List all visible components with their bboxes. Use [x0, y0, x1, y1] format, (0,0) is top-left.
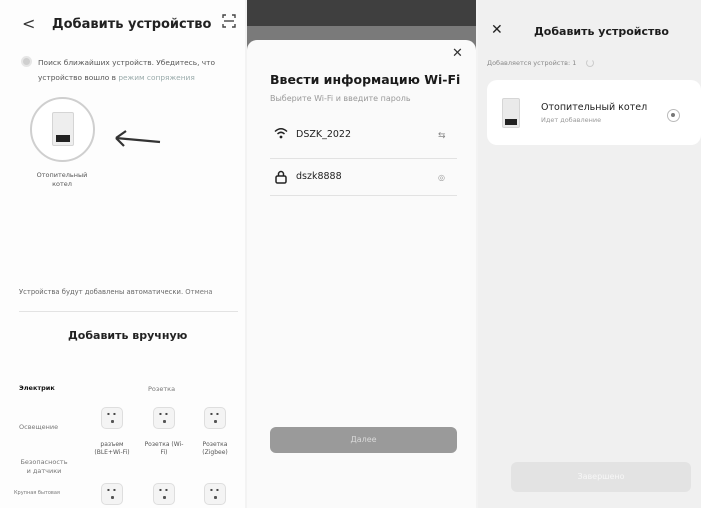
scan-icon[interactable]	[222, 14, 236, 28]
category-electric[interactable]: Электрик	[19, 384, 55, 392]
wifi-password-field[interactable]: dszk8888	[296, 171, 342, 182]
wifi-sheet-subtitle: Выберите Wi-Fi и введите пароль	[270, 94, 411, 103]
done-button[interactable]: Завершено	[511, 462, 691, 492]
manual-add-title: Добавить вручную	[68, 329, 188, 342]
category-appliances[interactable]: Крупная бытовая	[14, 490, 60, 496]
searching-spinner-icon	[21, 56, 32, 67]
boiler-device-icon	[52, 112, 74, 146]
wifi-ssid-field[interactable]: DSZK_2022	[296, 129, 351, 140]
wifi-info-screen: ✕ Ввести информацию Wi-Fi Выберите Wi-Fi…	[247, 0, 476, 508]
add-device-screen: < Добавить устройство Поиск ближайших ус…	[0, 0, 245, 508]
divider	[19, 311, 238, 312]
search-hint: Поиск ближайших устройств. Убедитесь, чт…	[38, 55, 238, 85]
socket-icon[interactable]	[204, 483, 226, 505]
arrow-left-icon	[115, 130, 161, 147]
loading-spinner-icon	[586, 59, 594, 67]
next-button[interactable]: Далее	[270, 427, 457, 453]
close-icon[interactable]: ✕	[452, 46, 463, 61]
socket-icon[interactable]	[153, 483, 175, 505]
socket-icon[interactable]	[101, 483, 123, 505]
page-title: Добавить устройство	[534, 25, 669, 38]
device-name: Отопительный котел	[541, 102, 648, 113]
wifi-sheet-title: Ввести информацию Wi-Fi	[270, 72, 461, 87]
subcategory-socket: Розетка	[148, 385, 176, 393]
auto-add-text: Устройства будут добавлены автоматически…	[19, 288, 184, 296]
socket-wifi-icon[interactable]	[153, 407, 175, 429]
device-status: Идет добавление	[541, 116, 602, 124]
socket-zigbee-icon[interactable]	[204, 407, 226, 429]
divider	[270, 158, 457, 159]
socket-caption: Розетка (Wi-Fi)	[144, 441, 184, 456]
wifi-icon	[274, 128, 288, 139]
boiler-device-icon	[502, 98, 520, 128]
socket-caption: Розетка (Zigbee)	[202, 441, 228, 456]
lock-icon	[275, 170, 287, 184]
category-lighting[interactable]: Освещение	[19, 423, 58, 431]
auto-add-note: Устройства будут добавлены автоматически…	[19, 288, 213, 296]
pairing-mode-link[interactable]: режим сопряжения	[118, 73, 194, 82]
found-device-caption: Отопительный котел	[36, 171, 88, 188]
socket-ble-wifi-icon[interactable]	[101, 407, 123, 429]
close-icon[interactable]: ✕	[491, 22, 503, 38]
dimmed-overlay	[247, 0, 476, 26]
page-title: Добавить устройство	[52, 17, 212, 32]
socket-caption: разъем (BLE+Wi-Fi)	[94, 441, 130, 456]
category-security[interactable]: Безопасность и датчики	[19, 458, 69, 476]
switch-network-icon[interactable]: ⇆	[438, 131, 446, 141]
progress-indicator-icon	[667, 109, 680, 122]
adding-count: Добавляется устройств: 1	[487, 59, 577, 67]
adding-device-screen: ✕ Добавить устройство Добавляется устрой…	[478, 0, 701, 508]
divider	[270, 195, 457, 196]
show-password-eye-icon[interactable]: ◎	[438, 173, 445, 182]
cancel-link[interactable]: Отмена	[185, 288, 212, 296]
back-chevron-icon[interactable]: <	[22, 14, 35, 33]
